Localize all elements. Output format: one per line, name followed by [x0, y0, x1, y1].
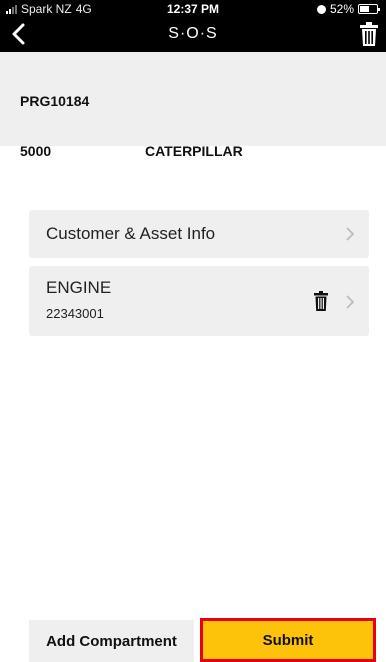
header-code: PRG10184 — [20, 93, 90, 109]
trash-icon — [360, 22, 378, 46]
top-bar: Spark NZ 4G 12:37 PM 52% S·O·S — [0, 0, 386, 52]
chevron-right-icon — [346, 227, 355, 241]
list-item-subtitle: 22343001 — [46, 306, 104, 321]
add-compartment-button[interactable]: Add Compartment — [29, 620, 194, 662]
list-item-engine[interactable]: ENGINE 22343001 — [29, 266, 369, 336]
delete-button[interactable] — [358, 20, 380, 48]
trash-icon[interactable] — [313, 290, 329, 312]
header-number: 5000 — [20, 143, 52, 159]
nav-bar: S·O·S — [0, 18, 386, 52]
list-item-label: ENGINE — [46, 278, 112, 297]
battery-icon — [358, 4, 380, 14]
submit-button[interactable]: Submit — [200, 618, 376, 662]
page-title: S·O·S — [168, 25, 218, 42]
list-item-customer-asset-info[interactable]: Customer & Asset Info — [29, 210, 369, 258]
alarm-icon — [316, 4, 326, 14]
list-item-label: Customer & Asset Info — [46, 224, 216, 243]
battery-percent: 52% — [329, 2, 354, 16]
header-make: CATERPILLAR — [145, 143, 243, 159]
status-bar: Spark NZ 4G 12:37 PM 52% — [0, 0, 386, 18]
status-right: 52% — [316, 2, 380, 16]
chevron-right-icon — [346, 295, 355, 309]
